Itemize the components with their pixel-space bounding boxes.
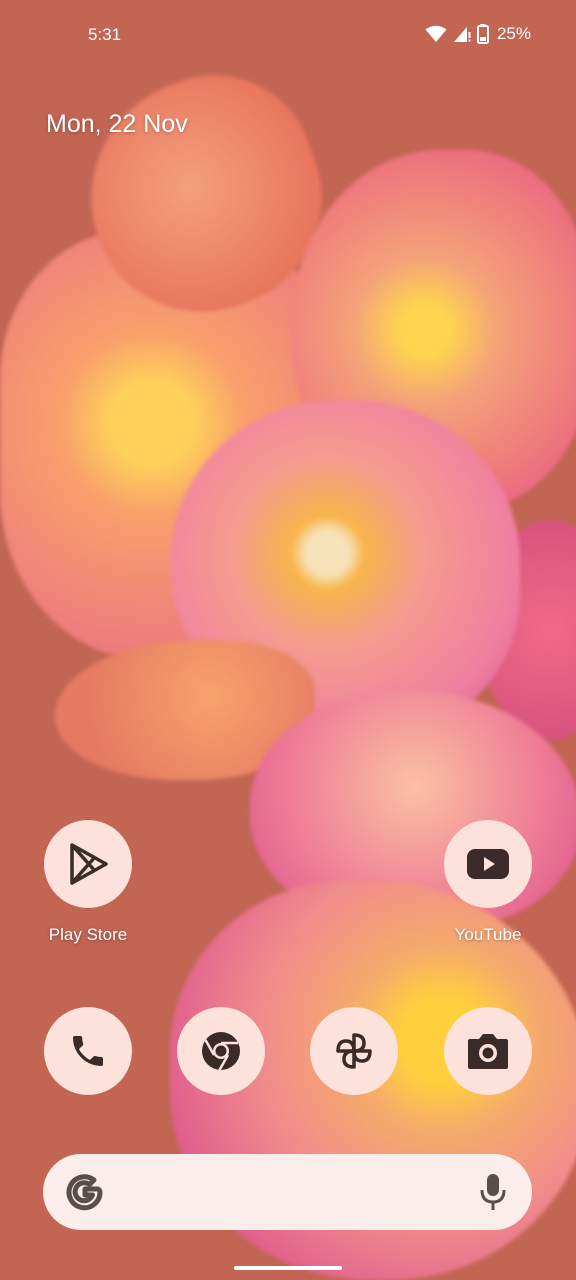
- dock-camera[interactable]: [433, 1007, 543, 1095]
- date-widget[interactable]: Mon, 22 Nov: [46, 110, 188, 139]
- chrome-icon[interactable]: [177, 1007, 265, 1095]
- phone-icon[interactable]: [44, 1007, 132, 1095]
- dock-chrome[interactable]: [166, 1007, 276, 1095]
- battery-icon: [476, 24, 489, 44]
- status-time: 5:31: [88, 25, 122, 44]
- youtube-icon[interactable]: [444, 820, 532, 908]
- wifi-icon: [425, 25, 447, 43]
- app-label-youtube: YouTube: [454, 925, 522, 944]
- battery-percent: 25%: [496, 24, 531, 43]
- status-bar: 5:31 25%: [0, 0, 576, 70]
- search-input[interactable]: [123, 1174, 447, 1212]
- app-play-store[interactable]: Play Store: [33, 820, 143, 945]
- google-search-bar[interactable]: [43, 1154, 532, 1230]
- pinwheel-icon[interactable]: [310, 1007, 398, 1095]
- signal-icon: [453, 25, 471, 43]
- dock-phone[interactable]: [33, 1007, 143, 1095]
- dock-photos[interactable]: [299, 1007, 409, 1095]
- microphone-icon[interactable]: [478, 1172, 508, 1217]
- home-screen: 5:31 25% Mon, 22 Nov Play Store YouTube: [0, 0, 576, 1280]
- gesture-navigation-handle[interactable]: [234, 1266, 342, 1270]
- camera-icon[interactable]: [444, 1007, 532, 1095]
- app-label-play-store: Play Store: [48, 925, 128, 944]
- play-store-icon[interactable]: [44, 820, 132, 908]
- google-g-icon[interactable]: [65, 1172, 105, 1217]
- status-icons: 25%: [425, 24, 531, 44]
- app-youtube[interactable]: YouTube: [433, 820, 543, 945]
